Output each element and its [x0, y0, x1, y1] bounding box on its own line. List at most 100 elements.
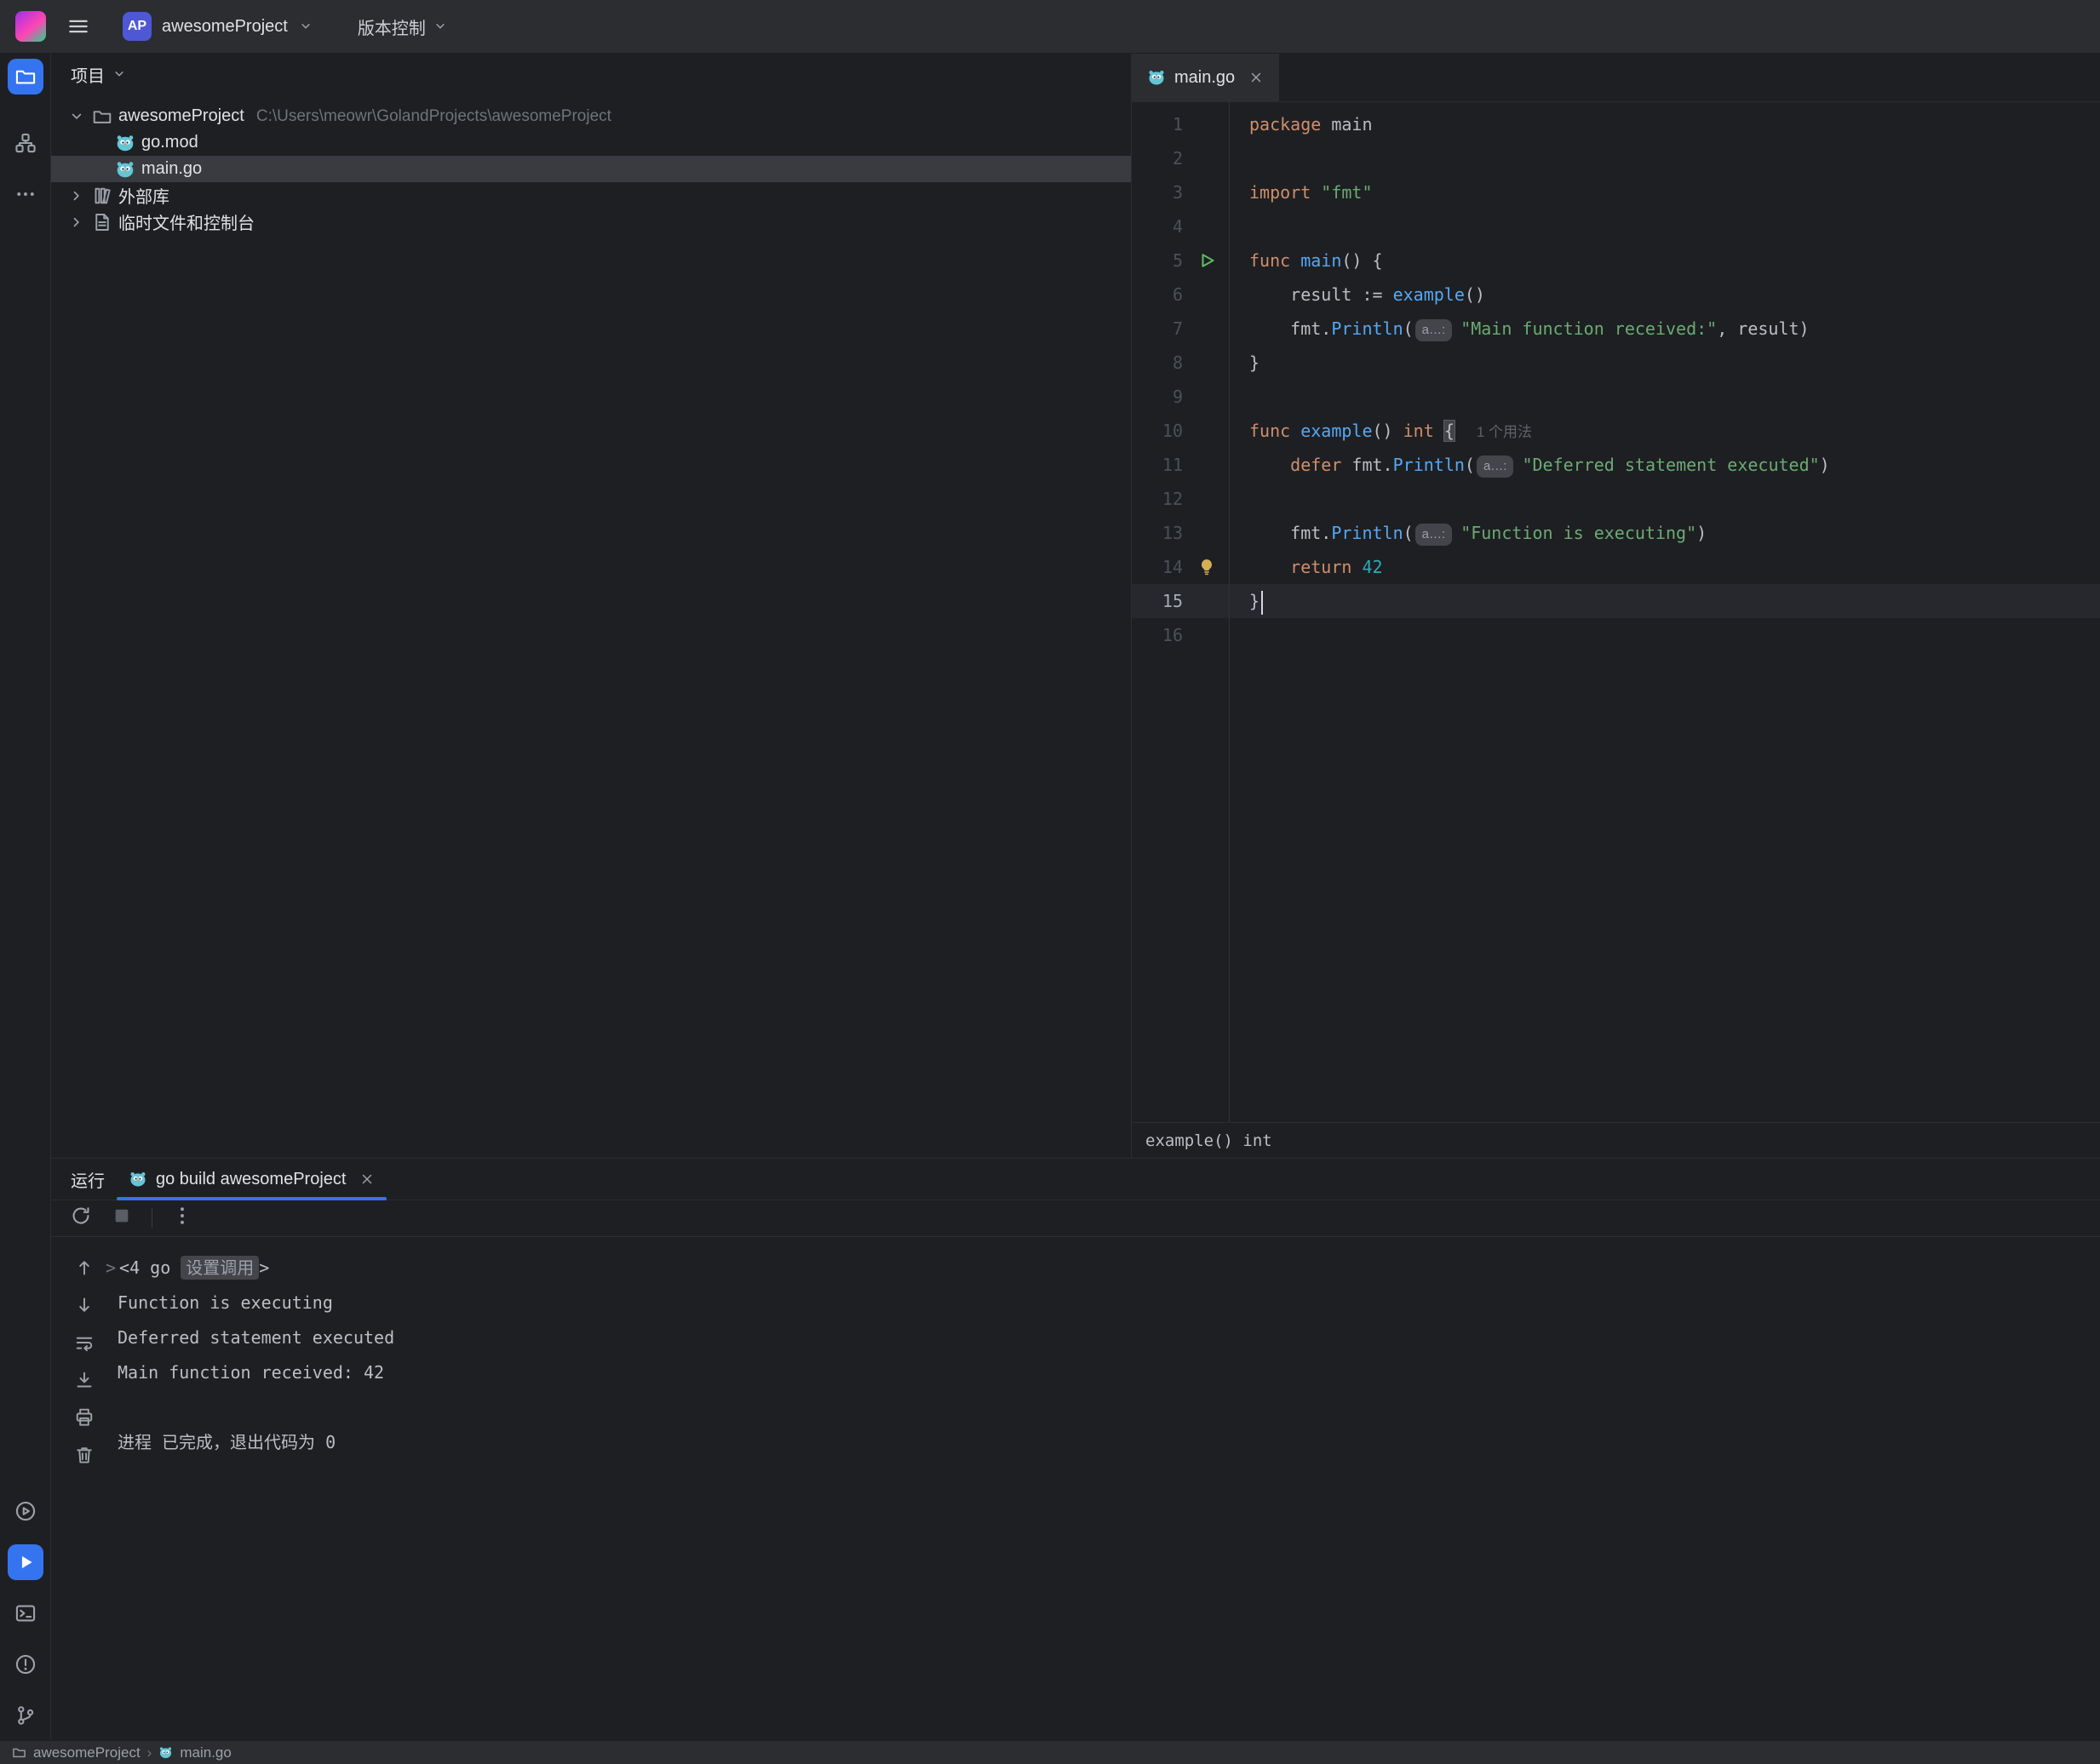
gutter-slot	[1188, 584, 1225, 618]
tree-row[interactable]: go.mod	[51, 129, 1131, 156]
breadcrumb-separator: ›	[147, 1744, 152, 1761]
print-icon	[74, 1407, 95, 1428]
code-line[interactable]: 10func example() int {1 个用法	[1132, 414, 2100, 448]
console-line: 进程 已完成，退出代码为 0	[118, 1425, 2100, 1460]
soft-wrap-button[interactable]	[74, 1332, 95, 1358]
breadcrumb-item[interactable]: main.go	[180, 1744, 231, 1761]
console-line: ><4 go 设置调用>	[106, 1251, 2100, 1286]
code-line[interactable]: 11 defer fmt.Println(a…:"Deferred statem…	[1132, 448, 2100, 482]
gutter-slot	[1188, 482, 1225, 516]
prev-occurrence-button[interactable]	[74, 1257, 95, 1283]
print-button[interactable]	[74, 1407, 95, 1433]
code-line[interactable]: 1package main	[1132, 107, 2100, 141]
run-tab[interactable]: go build awesomeProject	[117, 1159, 387, 1200]
close-icon[interactable]	[1248, 70, 1264, 85]
go-file-icon	[129, 1170, 147, 1188]
tree-row[interactable]: main.go	[51, 156, 1131, 182]
code-line[interactable]: 4	[1132, 209, 2100, 243]
line-number: 2	[1132, 141, 1188, 175]
run-gutter-icon[interactable]	[1188, 243, 1225, 278]
more-tools-button[interactable]	[8, 176, 43, 212]
code-line[interactable]: 8}	[1132, 346, 2100, 380]
tree-item-label: main.go	[141, 159, 202, 179]
rail-bottom-group	[8, 1493, 43, 1733]
tree-row[interactable]: awesomeProjectC:\Users\meowr\GolandProje…	[51, 103, 1131, 129]
project-avatar: AP	[123, 12, 152, 41]
console: ><4 go 设置调用>Function is executingDeferre…	[51, 1237, 2100, 1740]
tree-row[interactable]: 临时文件和控制台	[51, 209, 1131, 235]
code-line[interactable]: 7 fmt.Println(a…:"Main function received…	[1132, 312, 2100, 346]
chevron-down-icon[interactable]	[64, 108, 89, 125]
vcs-widget[interactable]: 版本控制	[358, 14, 448, 39]
usages-inlay[interactable]: 1 个用法	[1477, 424, 1532, 440]
project-selector[interactable]: AP awesomeProject	[123, 12, 313, 41]
editor-tab-label: main.go	[1174, 68, 1235, 88]
close-icon[interactable]	[359, 1171, 375, 1187]
vcs-label: 版本控制	[358, 14, 426, 39]
editor-tab-main-go[interactable]: main.go	[1132, 54, 1279, 101]
console-line: Deferred statement executed	[118, 1320, 2100, 1355]
gutter-slot	[1188, 175, 1225, 209]
code-text: import "fmt"	[1225, 175, 1373, 209]
console-prompt: >	[106, 1257, 116, 1278]
code-line[interactable]: 3import "fmt"	[1132, 175, 2100, 209]
main-menu-button[interactable]	[66, 14, 90, 38]
code-line[interactable]: 13 fmt.Println(a…:"Function is executing…	[1132, 516, 2100, 550]
line-number: 12	[1132, 482, 1188, 516]
code-line[interactable]: 15}	[1132, 584, 2100, 618]
chevron-right-icon[interactable]	[64, 214, 89, 231]
code-line[interactable]: 14 return 42	[1132, 550, 2100, 584]
terminal-icon	[14, 1602, 37, 1624]
tree-row[interactable]: 外部库	[51, 182, 1131, 209]
more-options-button[interactable]	[171, 1205, 193, 1232]
structure-tool-button[interactable]	[8, 125, 43, 161]
chevron-down-icon	[112, 66, 127, 82]
code-text: func main() {	[1225, 243, 1383, 278]
tree-item-label: 临时文件和控制台	[118, 209, 255, 234]
scratch-icon	[89, 212, 115, 232]
project-tool-button[interactable]	[8, 59, 43, 94]
code-line[interactable]: 16	[1132, 618, 2100, 652]
command-chip[interactable]: 设置调用	[181, 1256, 259, 1280]
gopher-icon	[112, 133, 138, 153]
line-number: 4	[1132, 209, 1188, 243]
line-number: 8	[1132, 346, 1188, 380]
clear-console-button[interactable]	[74, 1445, 95, 1470]
breadcrumb-item[interactable]: awesomeProject	[33, 1744, 141, 1761]
code-line[interactable]: 9	[1132, 380, 2100, 414]
chevron-down-icon	[433, 19, 448, 34]
more-vertical-icon	[171, 1205, 193, 1227]
line-number: 5	[1132, 243, 1188, 278]
gutter-slot	[1188, 380, 1225, 414]
rerun-icon	[70, 1205, 92, 1227]
code-lines: 1package main23import "fmt"45 func main()…	[1132, 107, 2100, 652]
git-tool-button[interactable]	[8, 1698, 43, 1733]
code-line[interactable]: 6 result := example()	[1132, 278, 2100, 312]
gopher-icon	[112, 159, 138, 180]
code-line[interactable]: 5 func main() {	[1132, 243, 2100, 278]
problems-tool-button[interactable]	[8, 1647, 43, 1682]
editor-hint-bar: example() int	[1132, 1122, 2100, 1158]
console-lines[interactable]: ><4 go 设置调用>Function is executingDeferre…	[118, 1237, 2100, 1740]
terminal-tool-button[interactable]	[8, 1595, 43, 1631]
stop-button[interactable]	[111, 1205, 133, 1232]
scroll-to-end-button[interactable]	[74, 1370, 95, 1395]
go-file-icon	[158, 1745, 173, 1760]
chevron-right-icon[interactable]	[64, 187, 89, 204]
line-number: 14	[1132, 550, 1188, 584]
line-number: 9	[1132, 380, 1188, 414]
more-horizontal-icon	[14, 183, 37, 205]
lightbulb-icon[interactable]	[1188, 550, 1225, 584]
run-tool-button[interactable]	[8, 1544, 43, 1580]
code-line[interactable]: 12	[1132, 482, 2100, 516]
hamburger-icon	[66, 14, 90, 38]
project-panel-header[interactable]: 项目	[51, 54, 1131, 94]
code-line[interactable]: 2	[1132, 141, 2100, 175]
next-occurrence-button[interactable]	[74, 1295, 95, 1320]
project-tool-window: 项目 awesomeProjectC:\Users\meowr\GolandPr…	[51, 54, 1132, 1158]
project-icon	[12, 1745, 26, 1760]
code-editor[interactable]: 1package main23import "fmt"45 func main()…	[1132, 102, 2100, 1122]
rerun-button[interactable]	[70, 1205, 92, 1232]
services-tool-button[interactable]	[8, 1493, 43, 1529]
code-text: }	[1225, 346, 1259, 380]
